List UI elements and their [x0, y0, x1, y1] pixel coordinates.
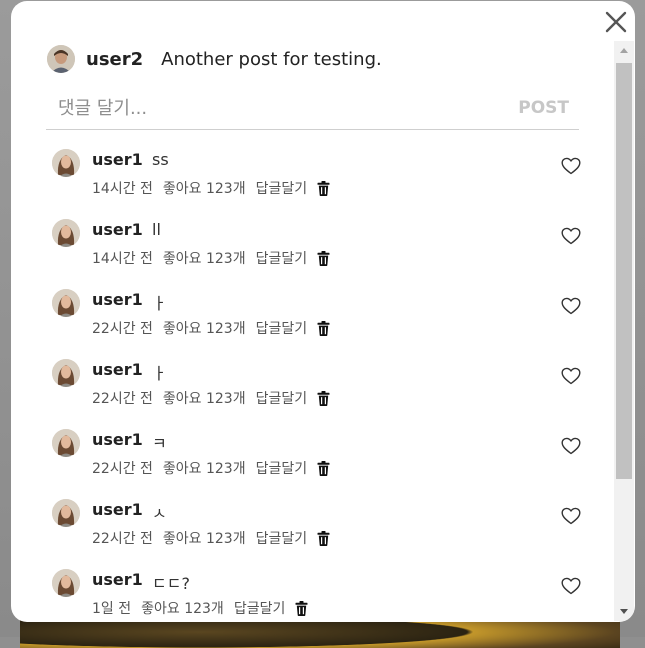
comment-like-count[interactable]: 좋아요 123개	[163, 528, 246, 548]
comment-timestamp: 14시간 전	[92, 251, 153, 267]
comment-meta: 22시간 전 좋아요 123개 답글달기	[92, 388, 330, 408]
comment-timestamp: 22시간 전	[92, 461, 153, 477]
comment-text: ss	[152, 150, 169, 169]
trash-icon[interactable]	[317, 180, 330, 196]
post-author-avatar[interactable]	[47, 45, 75, 73]
comment-item: user1 ㅏ 22시간 전 좋아요 123개 답글달기	[52, 289, 582, 349]
commenter-avatar[interactable]	[52, 289, 80, 317]
heart-icon[interactable]	[561, 507, 581, 525]
comment-meta: 14시간 전 좋아요 123개 답글달기	[92, 248, 330, 268]
comment-form: POST	[46, 89, 579, 130]
comment-text: ㄷㄷ?	[152, 574, 190, 593]
comment-text: ll	[152, 220, 161, 239]
comment-like-count[interactable]: 좋아요 123개	[163, 318, 246, 338]
comment-username[interactable]: user1	[92, 360, 143, 379]
commenter-avatar[interactable]	[52, 569, 80, 597]
comment-item: user1 ss 14시간 전 좋아요 123개 답글달기	[52, 149, 582, 209]
comment-like-count[interactable]: 좋아요 123개	[141, 598, 224, 618]
comment-like-count[interactable]: 좋아요 123개	[163, 458, 246, 478]
heart-icon[interactable]	[561, 367, 581, 385]
scrollbar[interactable]	[614, 41, 634, 621]
reply-button[interactable]: 답글달기	[256, 388, 308, 408]
trash-icon[interactable]	[317, 250, 330, 266]
scroll-up-arrow-icon[interactable]	[618, 45, 630, 57]
comment-item: user1 ㅋ 22시간 전 좋아요 123개 답글달기	[52, 429, 582, 489]
comment-item: user1 ㅅ 22시간 전 좋아요 123개 답글달기	[52, 499, 582, 559]
trash-icon[interactable]	[295, 600, 308, 616]
comment-meta: 22시간 전 좋아요 123개 답글달기	[92, 458, 330, 478]
reply-button[interactable]: 답글달기	[256, 458, 308, 478]
reply-button[interactable]: 답글달기	[234, 598, 286, 618]
reply-button[interactable]: 답글달기	[256, 248, 308, 268]
comment-text: ㅏ	[152, 294, 167, 313]
comment-username[interactable]: user1	[92, 430, 143, 449]
comment-timestamp: 1일 전	[92, 601, 132, 617]
heart-icon[interactable]	[561, 577, 581, 595]
comment-timestamp: 22시간 전	[92, 391, 153, 407]
trash-icon[interactable]	[317, 320, 330, 336]
comment-text: ㅅ	[152, 504, 167, 523]
comment-like-count[interactable]: 좋아요 123개	[163, 248, 246, 268]
post-caption: Another post for testing.	[161, 48, 382, 70]
comment-timestamp: 22시간 전	[92, 531, 153, 547]
comment-item: user1 ㄷㄷ? 1일 전 좋아요 123개 답글달기	[52, 569, 582, 622]
reply-button[interactable]: 답글달기	[256, 528, 308, 548]
comment-meta: 14시간 전 좋아요 123개 답글달기	[92, 178, 330, 198]
comments-modal: user2 Another post for testing. POST use…	[11, 1, 635, 622]
comments-scroll-area[interactable]: user2 Another post for testing. POST use…	[11, 37, 613, 622]
comment-meta: 22시간 전 좋아요 123개 답글달기	[92, 318, 330, 338]
comment-input[interactable]	[46, 91, 498, 125]
trash-icon[interactable]	[317, 530, 330, 546]
comment-text: ㅏ	[152, 364, 167, 383]
commenter-avatar[interactable]	[52, 219, 80, 247]
heart-icon[interactable]	[561, 157, 581, 175]
heart-icon[interactable]	[561, 227, 581, 245]
post-comment-button[interactable]: POST	[518, 98, 569, 118]
reply-button[interactable]: 답글달기	[256, 318, 308, 338]
scroll-down-arrow-icon[interactable]	[618, 605, 630, 617]
comment-username[interactable]: user1	[92, 570, 143, 589]
comment-timestamp: 22시간 전	[92, 321, 153, 337]
comment-like-count[interactable]: 좋아요 123개	[163, 388, 246, 408]
trash-icon[interactable]	[317, 460, 330, 476]
commenter-avatar[interactable]	[52, 359, 80, 387]
comment-username[interactable]: user1	[92, 500, 143, 519]
commenter-avatar[interactable]	[52, 429, 80, 457]
post-header: user2 Another post for testing.	[47, 44, 382, 74]
post-author-username[interactable]: user2	[86, 49, 143, 70]
scrollbar-thumb[interactable]	[616, 63, 632, 479]
comment-meta: 1일 전 좋아요 123개 답글달기	[92, 598, 308, 618]
comment-username[interactable]: user1	[92, 220, 143, 239]
heart-icon[interactable]	[561, 297, 581, 315]
comment-meta: 22시간 전 좋아요 123개 답글달기	[92, 528, 330, 548]
close-icon[interactable]	[603, 9, 629, 35]
commenter-avatar[interactable]	[52, 149, 80, 177]
comment-text: ㅋ	[152, 434, 167, 453]
comment-username[interactable]: user1	[92, 150, 143, 169]
reply-button[interactable]: 답글달기	[256, 178, 308, 198]
comment-username[interactable]: user1	[92, 290, 143, 309]
comment-item: user1 ll 14시간 전 좋아요 123개 답글달기	[52, 219, 582, 279]
comment-like-count[interactable]: 좋아요 123개	[163, 178, 246, 198]
comment-timestamp: 14시간 전	[92, 181, 153, 197]
heart-icon[interactable]	[561, 437, 581, 455]
commenter-avatar[interactable]	[52, 499, 80, 527]
trash-icon[interactable]	[317, 390, 330, 406]
comment-item: user1 ㅏ 22시간 전 좋아요 123개 답글달기	[52, 359, 582, 419]
